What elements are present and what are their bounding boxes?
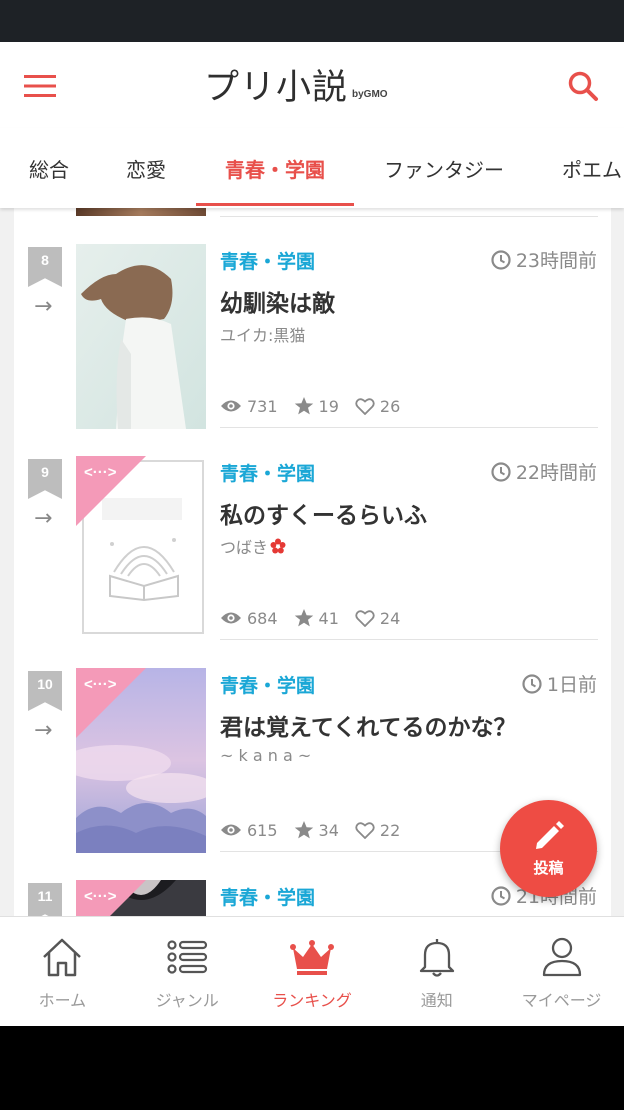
book-title[interactable]: 私のすくーるらいふ bbox=[220, 496, 427, 530]
arrow-right-icon[interactable]: → bbox=[34, 718, 52, 743]
nav-notifications[interactable]: 通知 bbox=[374, 917, 499, 1026]
view-count: 684 bbox=[220, 609, 278, 628]
nav-mypage[interactable]: マイページ bbox=[499, 917, 624, 1026]
nav-mypage-label: マイページ bbox=[521, 991, 602, 1010]
updated-time: 22時間前 bbox=[490, 458, 597, 485]
star-count: 41 bbox=[294, 608, 339, 628]
nav-genre[interactable]: ジャンル bbox=[125, 917, 250, 1026]
book-title[interactable]: 君は覚えてくれてるのかな？ bbox=[220, 708, 516, 742]
star-icon bbox=[294, 609, 313, 627]
book-cover-image[interactable] bbox=[76, 244, 206, 429]
active-tab-indicator bbox=[196, 203, 354, 206]
search-button[interactable] bbox=[560, 64, 606, 108]
eye-icon bbox=[221, 612, 241, 624]
hamburger-menu-icon bbox=[24, 75, 56, 97]
pencil-icon bbox=[535, 821, 564, 849]
logo-sub-text: byGMO bbox=[352, 89, 388, 100]
rank-badge: 10 bbox=[28, 671, 62, 711]
star-count: 19 bbox=[294, 396, 339, 416]
star-count: 34 bbox=[294, 820, 339, 840]
logo-text: プリ小説 bbox=[204, 68, 349, 108]
view-count: 615 bbox=[220, 821, 278, 840]
history-icon bbox=[522, 673, 542, 694]
divider bbox=[220, 427, 598, 428]
tab-fantasy[interactable]: ファンタジー bbox=[362, 128, 526, 208]
nav-notifications-label: 通知 bbox=[420, 991, 453, 1010]
search-icon bbox=[568, 71, 598, 101]
flower-icon bbox=[270, 538, 286, 554]
divider bbox=[220, 216, 598, 217]
eye-icon bbox=[221, 824, 241, 836]
person-icon bbox=[542, 937, 581, 977]
like-count: 24 bbox=[355, 609, 400, 628]
genre-label[interactable]: 青春・学園 bbox=[220, 459, 315, 486]
history-icon bbox=[491, 249, 511, 270]
view-count: 731 bbox=[220, 397, 278, 416]
list-item[interactable]: 9 → <···> 青春・学園 22時間前 私のすくーるらいふ つばき 684 … bbox=[14, 456, 611, 668]
genre-label[interactable]: 青春・学園 bbox=[220, 247, 315, 274]
tab-romance[interactable]: 恋愛 bbox=[98, 128, 194, 208]
nav-ranking[interactable]: ランキング bbox=[250, 917, 375, 1026]
crown-icon bbox=[289, 940, 334, 975]
list-icon bbox=[167, 940, 208, 974]
book-title[interactable]: 幼馴染は敵 bbox=[220, 284, 335, 318]
app-header: プリ小説 byGMO bbox=[0, 42, 624, 128]
system-navigation-area bbox=[0, 1026, 624, 1110]
nav-genre-label: ジャンル bbox=[155, 991, 219, 1010]
genre-label[interactable]: 青春・学園 bbox=[220, 883, 315, 910]
post-button[interactable]: 投稿 bbox=[500, 800, 597, 897]
tab-overall[interactable]: 総合 bbox=[0, 128, 98, 208]
author-name[interactable]: ~ k a n a ~ bbox=[220, 746, 311, 765]
arrow-right-icon[interactable]: → bbox=[34, 294, 52, 319]
rank-badge: 9 bbox=[28, 459, 62, 499]
nav-home[interactable]: ホーム bbox=[0, 917, 125, 1026]
updated-time: 1日前 bbox=[521, 670, 597, 697]
time-text: 22時間前 bbox=[515, 462, 597, 484]
home-icon bbox=[43, 938, 82, 977]
time-text: 1日前 bbox=[546, 674, 597, 696]
like-count: 26 bbox=[355, 397, 400, 416]
rank-badge: 8 bbox=[28, 247, 62, 287]
book-stats: 615 34 22 bbox=[220, 820, 416, 840]
nav-ranking-label: ランキング bbox=[272, 991, 352, 1010]
app-screen: プリ小説 byGMO 総合 恋愛 青春・学園 ファンタジー ポエム 8 → 青春… bbox=[0, 42, 624, 1026]
menu-button[interactable] bbox=[18, 66, 64, 106]
updated-time: 23時間前 bbox=[490, 246, 597, 273]
history-icon bbox=[491, 461, 511, 482]
heart-icon bbox=[355, 610, 375, 627]
tab-poem[interactable]: ポエム bbox=[538, 128, 624, 208]
time-text: 23時間前 bbox=[515, 250, 597, 272]
author-name[interactable]: ユイカ:黒猫 bbox=[220, 322, 305, 346]
status-bar bbox=[0, 0, 624, 42]
post-button-label: 投稿 bbox=[533, 859, 564, 877]
rank-badge: 11 bbox=[28, 883, 62, 916]
book-stats: 684 41 24 bbox=[220, 608, 416, 628]
nav-home-label: ホーム bbox=[38, 991, 87, 1010]
eye-icon bbox=[221, 400, 241, 412]
star-icon bbox=[294, 821, 313, 839]
star-icon bbox=[294, 397, 313, 415]
bottom-navigation: ホーム ジャンル ランキング 通知 マイページ bbox=[0, 916, 624, 1026]
heart-icon bbox=[355, 398, 375, 415]
heart-icon bbox=[355, 822, 375, 839]
tab-youth-school[interactable]: 青春・学園 bbox=[196, 128, 354, 208]
like-count: 22 bbox=[355, 821, 400, 840]
list-item[interactable]: 8 → 青春・学園 23時間前 幼馴染は敵 ユイカ:黒猫 731 19 26 bbox=[14, 244, 611, 456]
history-icon bbox=[491, 885, 511, 906]
open-book-icon bbox=[109, 538, 179, 602]
arrow-right-icon[interactable]: → bbox=[34, 506, 52, 531]
author-name[interactable]: つばき bbox=[220, 534, 286, 558]
book-stats: 731 19 26 bbox=[220, 396, 416, 416]
bell-icon bbox=[419, 939, 454, 977]
genre-tabs: 総合 恋愛 青春・学園 ファンタジー ポエム bbox=[0, 128, 624, 208]
genre-label[interactable]: 青春・学園 bbox=[220, 671, 315, 698]
app-logo[interactable]: プリ小説 byGMO bbox=[204, 60, 388, 110]
divider bbox=[220, 639, 598, 640]
